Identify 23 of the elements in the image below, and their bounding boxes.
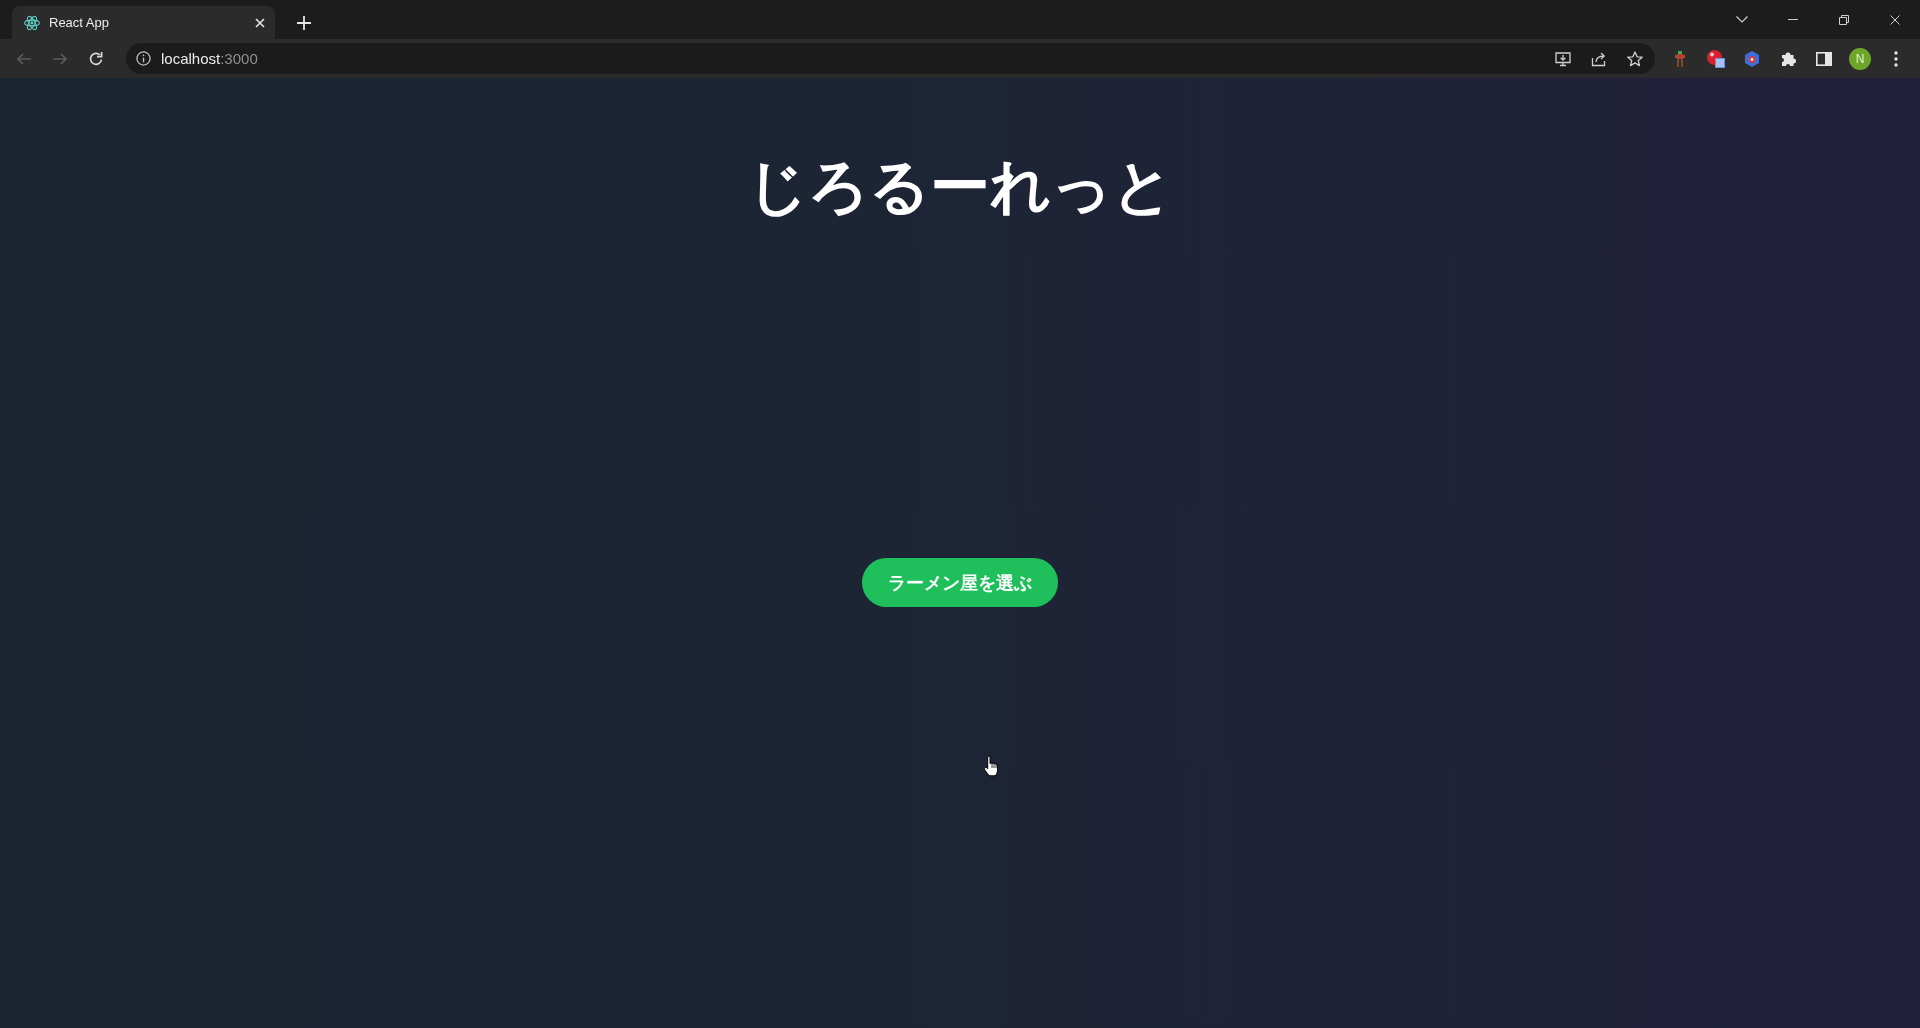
figure-icon[interactable] [1675, 50, 1685, 67]
hand-cursor-icon [983, 755, 999, 777]
minimize-icon[interactable] [1787, 19, 1798, 20]
close-window-icon[interactable] [1889, 14, 1900, 25]
close-icon[interactable] [255, 17, 265, 28]
page-title: じろるーれっと [747, 150, 1173, 222]
address-bar[interactable]: localhost:3000 [126, 43, 1655, 74]
new-tab-icon[interactable] [297, 15, 311, 30]
browser-tab[interactable]: React App [12, 6, 275, 39]
circle-badge-icon[interactable] [1707, 49, 1725, 68]
star-icon[interactable] [1627, 50, 1643, 67]
more-menu-icon[interactable] [1894, 50, 1898, 67]
share-icon[interactable] [1591, 50, 1607, 67]
chevron-down-icon[interactable] [1735, 16, 1748, 23]
install-icon[interactable] [1555, 50, 1571, 67]
hexagon-icon[interactable] [1744, 50, 1760, 67]
restore-icon[interactable] [1838, 14, 1849, 25]
side-panel-icon[interactable] [1816, 51, 1832, 66]
reload-icon[interactable] [88, 50, 104, 67]
info-icon[interactable] [136, 51, 151, 66]
puzzle-icon[interactable] [1780, 50, 1796, 67]
url-text: localhost:3000 [161, 50, 258, 67]
atom-icon [24, 14, 40, 31]
